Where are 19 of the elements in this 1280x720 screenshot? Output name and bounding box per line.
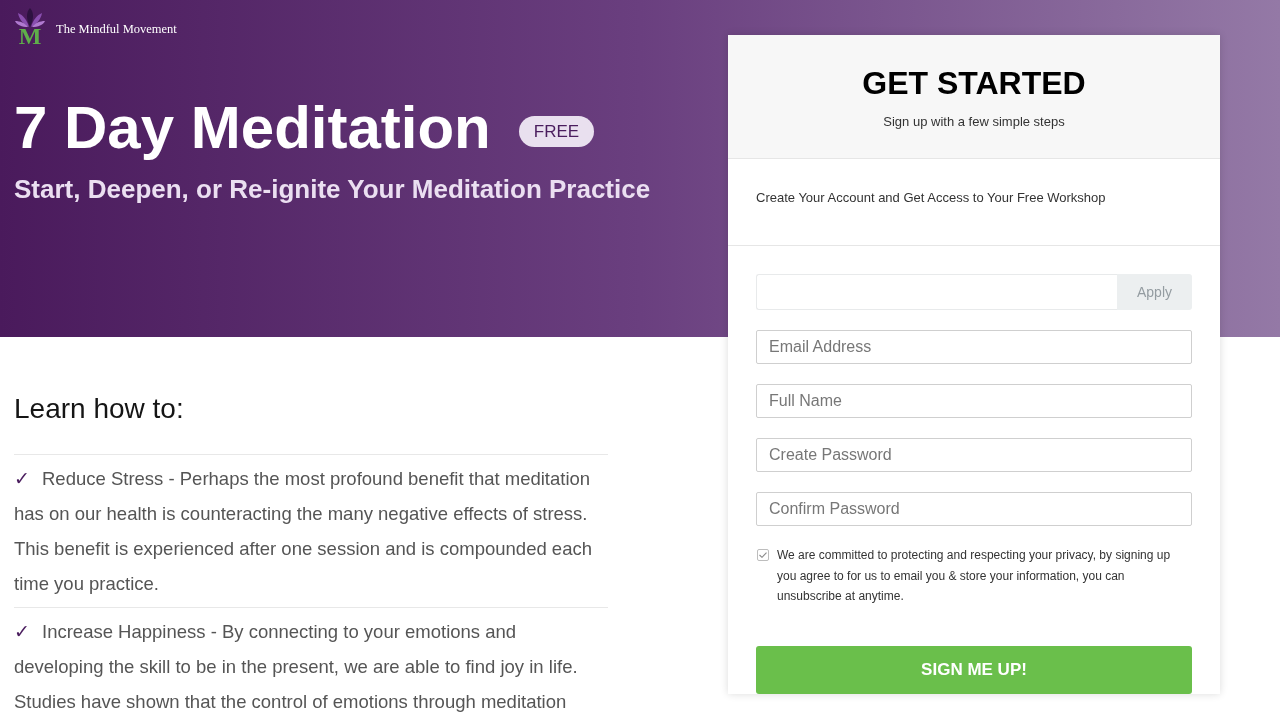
hero-subtitle: Start, Deepen, or Re-ignite Your Meditation Practice (14, 173, 651, 205)
logo-letter: M (18, 26, 42, 46)
input-field[interactable]: Create Password (756, 438, 1192, 472)
lotus-icon (15, 8, 45, 27)
card-subtitle: Sign up with a few simple steps (883, 113, 1065, 131)
benefit-text: ✓ Increase Happiness - By connecting to your emotions and developing the skill to be in the present, we are able to find joy in life. Studies have shown that the control of emotions through meditation (14, 620, 579, 714)
free-badge: FREE (518, 115, 595, 147)
brand-name: The Mindful Movement (56, 20, 177, 38)
signup-button[interactable]: SIGN ME UP! (756, 645, 1192, 694)
input-field[interactable]: Confirm Password (756, 492, 1192, 526)
benefit-text: ✓ Reduce Stress - Perhaps the most profound benefit that meditation has on our health is counteracting the many negative effects of stress. This benefit is experienced after one session and is compounded each time you practice. (14, 467, 593, 596)
intro-text: Create Your Account and Get Access to Your Free Workshop (756, 189, 1106, 208)
card-title: GET STARTED (862, 64, 1086, 102)
input-field[interactable]: Email Address (756, 330, 1192, 364)
section-heading: Learn how to: (14, 392, 184, 426)
consent-checkbox[interactable] (757, 549, 769, 561)
input-field[interactable]: Full Name (756, 384, 1192, 418)
consent-text: We are committed to protecting and respecting your privacy, by signing up you agree to for us to email you & store your information, you can unsubscribe at anytime. (777, 547, 1172, 605)
hero-title: 7 Day Meditation (14, 96, 491, 160)
